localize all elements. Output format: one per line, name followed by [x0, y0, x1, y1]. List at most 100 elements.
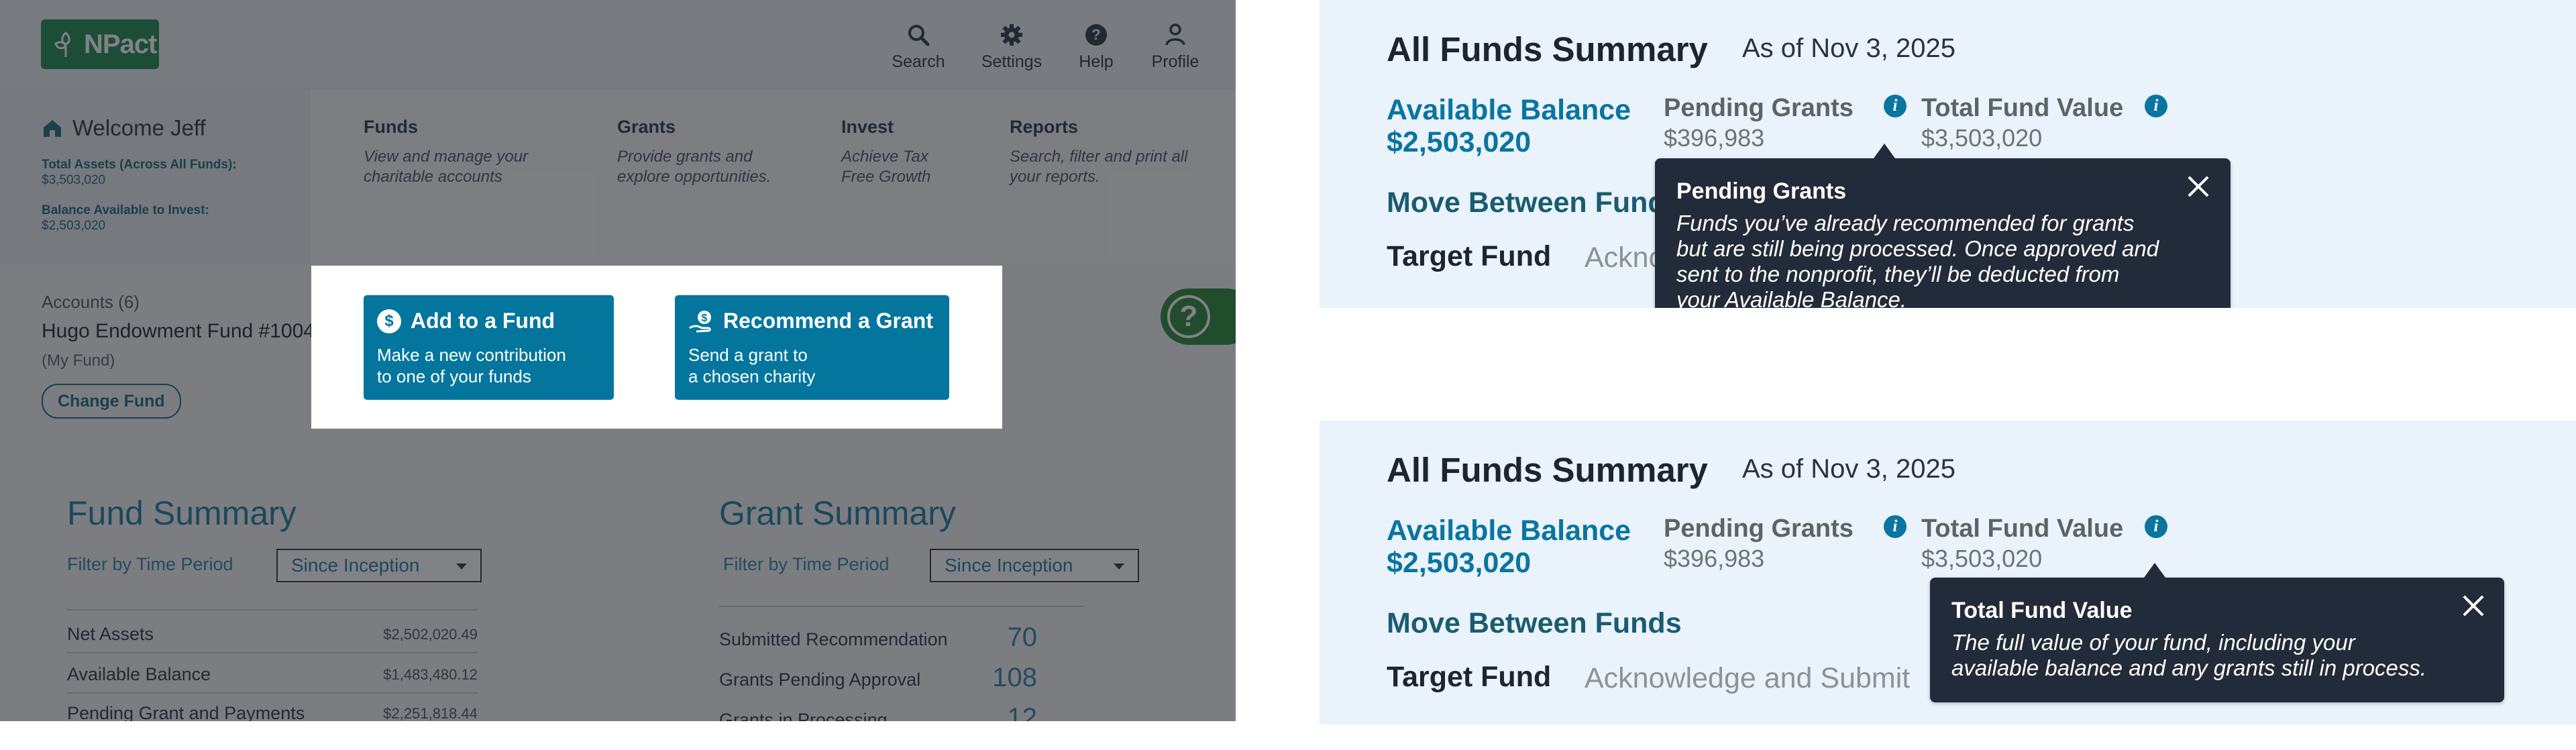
available-balance-value: $1,483,480.12	[383, 666, 478, 683]
balance-available-value: $2,503,020	[42, 219, 106, 233]
add-to-fund-button[interactable]: $ Add to a Fund Make a new contribution …	[364, 295, 614, 400]
pending-grants-info-icon[interactable]: i	[1884, 515, 1907, 538]
top-navigation-bar: NPact Search Settings ? Help Profile	[0, 0, 1236, 89]
net-assets-label: Net Assets	[67, 624, 154, 644]
settings-label: Settings	[981, 52, 1042, 71]
menu-title: Funds	[364, 117, 418, 137]
time-filter-label: Filter by Time Period	[723, 554, 890, 574]
highlighted-actions: $ Add to a Fund Make a new contribution …	[311, 266, 1002, 429]
available-balance-label: Available Balance	[67, 664, 211, 684]
total-assets-label: Total Assets (Across All Funds):	[42, 158, 237, 172]
total-fund-value-label: Total Fund Value	[1921, 515, 2124, 543]
logo-text: NPact	[84, 29, 157, 59]
tooltip-line: your Available Balance.	[1676, 287, 1907, 308]
time-period-select[interactable]: Since Inception	[930, 549, 1139, 582]
divider	[67, 692, 478, 694]
time-period-select[interactable]: Since Inception	[276, 549, 482, 582]
net-assets-value: $2,502,020.49	[383, 626, 478, 643]
svg-text:?: ?	[1091, 26, 1100, 43]
profile-button[interactable]: Profile	[1135, 20, 1216, 72]
close-icon[interactable]	[2461, 592, 2485, 617]
tooltip-line: The full value of your fund, including y…	[1951, 630, 2355, 655]
npact-logo[interactable]: NPact	[41, 19, 159, 69]
profile-label: Profile	[1151, 52, 1199, 71]
recommend-grant-title: Recommend a Grant	[723, 309, 933, 333]
as-of-date: As of Nov 3, 2025	[1742, 454, 1955, 484]
acknowledge-submit-text[interactable]: Acknowledge and Submit	[1585, 662, 1910, 695]
pending-grants-info-icon[interactable]: i	[1884, 95, 1907, 117]
welcome-heading: Welcome Jeff	[42, 115, 206, 141]
menu-item-reports[interactable]: Reports Search, filter and print all you…	[1010, 117, 1191, 187]
menu-description: Search, filter and print all your report…	[1010, 148, 1188, 186]
close-icon[interactable]	[2186, 173, 2210, 197]
accounts-count-label: Accounts (6)	[42, 292, 140, 312]
move-between-funds-link[interactable]: Move Between Funds	[1387, 186, 1682, 219]
gear-icon	[1001, 24, 1022, 46]
current-fund-name: Hugo Endowment Fund #1004 (My Fund)	[42, 317, 323, 375]
welcome-panel: Welcome Jeff Total Assets (Across All Fu…	[0, 89, 310, 264]
total-fund-value-info-icon[interactable]: i	[2145, 95, 2167, 117]
main-menu: Funds View and manage your charitable ac…	[310, 89, 1236, 264]
change-fund-button[interactable]: Change Fund	[42, 384, 181, 419]
total-fund-value-info-icon[interactable]: i	[2145, 515, 2167, 538]
fund-summary-card: Fund Summary Filter by Time Period Since…	[0, 470, 617, 721]
logo-leaf-icon	[54, 32, 70, 57]
search-button[interactable]: Search	[878, 20, 959, 72]
tooltip-body: Funds you’ve already recommended for gra…	[1676, 211, 2159, 308]
search-label: Search	[892, 52, 945, 71]
pending-approval-value: 108	[992, 663, 1037, 692]
menu-title: Grants	[617, 117, 676, 137]
profile-icon	[1165, 23, 1185, 46]
recommend-grant-desc: Send a grant to	[688, 345, 808, 365]
tooltip-title: Total Fund Value	[1951, 598, 2133, 623]
pending-grants-label: Pending Grants	[1664, 94, 1854, 122]
tooltip-line: Funds you’ve already recommended for gra…	[1676, 211, 2135, 235]
available-balance-value: $2,503,020	[1387, 126, 1532, 158]
add-to-fund-desc: to one of your funds	[377, 366, 531, 386]
menu-item-grants[interactable]: Grants Provide grants and explore opport…	[617, 117, 805, 187]
pending-grants-value: $396,983	[1664, 545, 1765, 572]
chevron-down-icon	[1114, 564, 1124, 570]
chevron-down-icon	[456, 564, 467, 570]
settings-button[interactable]: Settings	[971, 20, 1052, 72]
add-to-fund-title: Add to a Fund	[411, 309, 555, 333]
target-fund-label: Target Fund	[1387, 240, 1552, 272]
grant-summary-card: Grant Summary Filter by Time Period Sinc…	[619, 470, 1236, 721]
divider	[67, 609, 478, 610]
summary-cards: Fund Summary Filter by Time Period Since…	[0, 470, 1236, 721]
divider	[67, 652, 478, 653]
menu-title: Reports	[1010, 117, 1079, 137]
dollar-icon: $	[377, 309, 401, 333]
help-chat-button[interactable]: ?	[1161, 288, 1236, 345]
help-button[interactable]: ? Help	[1056, 20, 1136, 72]
svg-text:$: $	[702, 313, 708, 324]
help-label: Help	[1079, 52, 1114, 71]
divider	[719, 606, 1084, 607]
target-fund-label: Target Fund	[1387, 661, 1552, 693]
pending-grants-label: Pending Grants	[1664, 515, 1854, 543]
fund-summary-title: Fund Summary	[67, 494, 297, 532]
balance-available-label: Balance Available to Invest:	[42, 203, 209, 217]
submitted-value: 70	[1007, 623, 1038, 652]
menu-item-invest[interactable]: Invest Achieve Tax Free Growth	[841, 117, 949, 187]
summary-title: All Funds Summary	[1387, 451, 1708, 489]
move-between-funds-link[interactable]: Move Between Funds	[1387, 607, 1682, 640]
help-icon: ?	[1167, 295, 1210, 338]
total-fund-value-tooltip: Total Fund Value The full value of your …	[1930, 563, 2504, 702]
select-value: Since Inception	[291, 555, 420, 576]
pending-grants-tooltip: Pending Grants Funds you’ve already reco…	[1655, 144, 2231, 308]
pending-approval-label: Grants Pending Approval	[719, 669, 921, 690]
tooltip-body: The full value of your fund, including y…	[1951, 630, 2426, 681]
tooltip-arrow	[1874, 144, 1895, 158]
fund-tag: (My Fund)	[42, 352, 115, 370]
add-to-fund-desc: Make a new contribution	[377, 345, 566, 365]
help-icon: ?	[1085, 24, 1107, 46]
all-funds-summary-panel: All Funds Summary As of Nov 3, 2025 Avai…	[1320, 421, 2576, 725]
menu-item-funds[interactable]: Funds View and manage your charitable ac…	[364, 117, 565, 187]
total-fund-value: $3,503,020	[1921, 545, 2043, 572]
recommend-grant-button[interactable]: $ Recommend a Grant Send a grant to a ch…	[675, 295, 949, 400]
all-funds-summary-panel: All Funds Summary As of Nov 3, 2025 Avai…	[1320, 0, 2576, 308]
tooltip-arrow	[2144, 563, 2165, 578]
tooltip-title: Pending Grants	[1676, 178, 1847, 204]
pending-payments-label: Pending Grant and Payments	[67, 703, 305, 721]
